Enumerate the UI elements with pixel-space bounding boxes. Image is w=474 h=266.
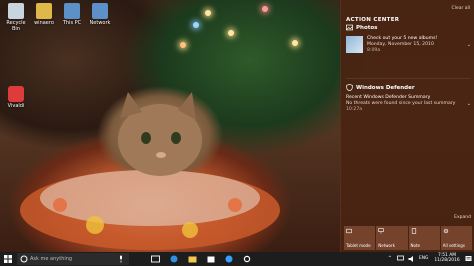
notification-subtext: No threats were found since your last su… — [346, 101, 456, 107]
quick-action-label: Network — [378, 243, 395, 248]
desktop-icon-vivaldi[interactable]: Vivaldi — [2, 86, 30, 109]
notification-group-defender[interactable]: Windows Defender — [346, 84, 415, 91]
chevron-up-icon[interactable]: ^ — [388, 256, 392, 261]
notification-photos[interactable]: Check out your 5 new albums! Monday, Nov… — [346, 34, 471, 60]
desktop-icon-label: Vivaldi — [7, 103, 25, 109]
desktop-icon-recycle-bin[interactable]: Recycle Bin — [2, 3, 30, 32]
quick-action-label: Note — [410, 243, 420, 248]
network-icon — [92, 3, 108, 19]
settings-icon[interactable] — [243, 255, 251, 263]
quick-action-all-settings[interactable]: All settings — [440, 226, 472, 250]
desktop-icon-network[interactable]: Network — [86, 3, 114, 26]
notification-group-photos[interactable]: Photos — [346, 24, 377, 31]
edge-browser-icon[interactable] — [170, 255, 178, 263]
photos-icon — [346, 24, 353, 31]
clear-all-link[interactable]: Clear all — [452, 6, 470, 11]
taskbar: Ask me anything ^ ENG 7:51 AM 11/28/2016 — [0, 252, 474, 266]
clock-date: 11/28/2016 — [434, 258, 460, 263]
microphone-icon[interactable] — [118, 255, 124, 263]
notification-thumbnail — [346, 36, 363, 53]
action-center-header: ACTION CENTER Clear all — [346, 6, 470, 23]
quick-action-note[interactable]: Note — [408, 226, 440, 250]
start-button[interactable] — [4, 255, 12, 263]
desktop-icon-label: Network — [89, 20, 111, 26]
desktop-icon-label: This PC — [62, 20, 82, 26]
action-center-title: ACTION CENTER — [346, 17, 400, 23]
chevron-down-icon[interactable]: ⌄ — [467, 101, 471, 107]
folder-icon — [36, 3, 52, 19]
notification-time: 8:09a — [367, 48, 381, 54]
desktop-icon-label: Recycle Bin — [6, 20, 26, 32]
vivaldi-icon — [8, 86, 24, 102]
search-placeholder: Ask me anything — [30, 256, 73, 262]
group-title: Windows Defender — [356, 84, 415, 91]
clock[interactable]: 7:51 AM 11/28/2016 — [432, 253, 462, 263]
expand-link[interactable]: Expand — [454, 215, 471, 220]
quick-action-label: Tablet mode — [346, 243, 371, 248]
cortana-search-box[interactable]: Ask me anything — [17, 253, 129, 265]
task-view-icon[interactable] — [151, 255, 160, 263]
action-center-panel: ACTION CENTER Clear all Photos Check out… — [340, 0, 474, 252]
network-icon — [378, 228, 384, 234]
notification-time: 10:27a — [346, 107, 363, 113]
action-center-icon[interactable] — [465, 255, 472, 263]
quick-action-label: All settings — [442, 243, 465, 248]
store-icon[interactable] — [207, 255, 215, 263]
network-tray-icon[interactable] — [397, 255, 404, 263]
tablet-icon — [346, 228, 352, 234]
gear-icon — [443, 228, 448, 234]
recycle-bin-icon — [8, 3, 24, 19]
quick-action-tablet-mode[interactable]: Tablet mode — [344, 226, 376, 250]
computer-icon — [64, 3, 80, 19]
language-indicator[interactable]: ENG — [419, 256, 428, 261]
quick-actions: Tablet mode Network Note All settings — [344, 226, 472, 250]
desktop-icon-winaero[interactable]: winaero — [30, 3, 58, 26]
note-icon — [411, 228, 416, 234]
cortana-icon — [20, 255, 28, 263]
chevron-down-icon[interactable]: ⌄ — [467, 42, 471, 48]
desktop-icon-this-pc[interactable]: This PC — [58, 3, 86, 26]
desktop-icon-label: winaero — [34, 20, 54, 26]
quick-action-network[interactable]: Network — [376, 226, 408, 250]
app-icon[interactable] — [225, 255, 233, 263]
group-title: Photos — [356, 24, 378, 31]
file-explorer-icon[interactable] — [188, 255, 197, 263]
shield-icon — [346, 84, 353, 91]
divider — [346, 78, 470, 79]
volume-icon[interactable] — [408, 255, 415, 263]
notification-defender[interactable]: Recent Windows Defender Summary No threa… — [346, 95, 471, 119]
